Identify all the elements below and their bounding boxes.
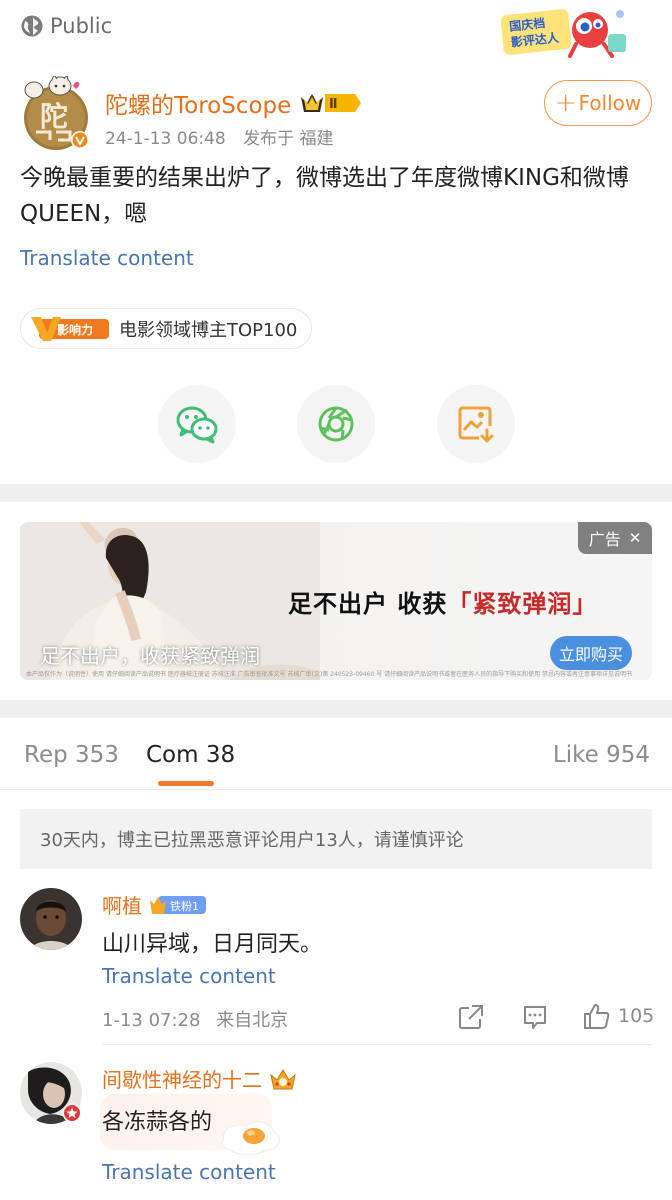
comment-date: 1-13 07:28 [102,1010,201,1031]
visibility-indicator: Public [20,14,112,38]
section-divider [0,484,672,502]
interaction-tabs: Rep 353 Com 38 Like 954 [0,718,672,790]
follow-label: Follow [578,91,642,115]
ad-tag-label: 广告 [588,530,621,549]
share-moments-button[interactable] [297,385,375,463]
comment-translate-link[interactable]: Translate content [102,964,276,988]
post-meta: 24-1-13 06:48 发布于 福建 [105,124,334,149]
share-icon[interactable] [458,1004,484,1030]
close-icon: ✕ [628,529,642,547]
ad-tag[interactable]: 广告 ✕ [578,522,652,554]
plus-icon: + [554,88,577,118]
translate-link[interactable]: Translate content [20,246,194,270]
comment-notice: 30天内，博主已拉黑恶意评论用户13人，请谨慎评论 [20,809,652,869]
influence-badge: 影响力 [31,316,109,341]
verified-star-icon [62,1103,82,1123]
follow-button[interactable]: + Follow [544,80,652,126]
visibility-label: Public [50,14,113,38]
commenter-name-row: 啊植 铁粉1 [102,890,206,919]
save-image-icon [458,406,494,443]
tab-likes[interactable]: Like 954 [553,742,650,768]
fan-badge-label: 铁粉1 [170,900,199,913]
tab-reposts[interactable]: Rep 353 [24,742,119,768]
reply-icon[interactable] [522,1004,548,1030]
save-image-button[interactable] [437,385,515,463]
ad-caption: 足不出户，收获紧致弹润 [40,644,260,668]
like-icon[interactable] [582,1002,610,1030]
ad-headline-highlight: 「紧致弹润」 [447,590,598,618]
event-badge[interactable]: 国庆档 影评达人 [500,4,630,60]
comment-text: 各冻蒜各的 [102,1110,213,1135]
svg-text:陀: 陀 [40,100,68,133]
comment-like-count: 105 [618,1005,655,1027]
ad-fine-print: 本产品仅作为（说明性）使用 请仔细阅读产品说明书 医疗器械注册证 苏械注准 广告… [26,671,633,678]
ad-buy-button[interactable]: 立即购买 [550,636,632,670]
ad-headline-text: 足不出户 收获 [288,590,448,618]
section-divider [0,700,672,718]
comment-separator [102,1044,652,1045]
commenter-name-row: 间歇性神经的十二 [102,1064,298,1093]
ad-headline: 足不出户 收获「紧致弹润」 [288,584,597,619]
author-name[interactable]: 陀螺的ToroScope [105,86,291,120]
globe-icon [21,15,43,37]
fried-egg-icon [221,1121,281,1155]
influence-tag-label: 电影领域博主TOP100 [119,319,298,341]
active-tab-indicator [158,781,214,786]
moments-icon [318,406,354,442]
influence-badge-text: 影响力 [57,322,93,337]
commenter-avatar[interactable] [20,888,82,950]
comment-location: 来自北京 [216,1010,289,1031]
author-name-row: 陀螺的ToroScope Ⅱ [105,86,362,120]
comment-meta: 1-13 07:28 来自北京 [102,1006,288,1032]
commenter-name[interactable]: 啊植 [102,890,142,919]
comment-text: 山川异域，日月同天。 [102,932,323,957]
post-author: 陀 陀螺的ToroScope Ⅱ 24-1-13 06:48 发布于 福建 + … [0,72,672,152]
vip-level: Ⅱ [329,97,338,112]
post-text: 今晚最重要的结果出炉了，微博选出了年度微博KING和微博QUEEN，嗯 [20,165,629,227]
vip-badge[interactable]: Ⅱ [299,90,362,116]
comment-translate-link[interactable]: Translate content [102,1160,276,1184]
ad-banner[interactable]: 足不出户 收获「紧致弹润」 广告 ✕ 足不出户，收获紧致弹润 立即购买 本产品仅… [20,522,652,680]
commenter-name[interactable]: 间歇性神经的十二 [102,1064,262,1093]
post-location: 发布于 福建 [243,129,334,149]
crown-badge-icon[interactable] [268,1067,298,1091]
wechat-icon [176,406,218,444]
post-date: 24-1-13 06:48 [105,129,226,149]
fan-badge[interactable]: 铁粉1 [148,894,206,916]
tab-comments[interactable]: Com 38 [146,742,235,768]
influence-tag[interactable]: 影响力 电影领域博主TOP100 [20,308,313,349]
top-bar: Public 国庆档 影评达人 [0,0,672,60]
share-wechat-button[interactable] [158,385,236,463]
author-avatar[interactable]: 陀 [20,76,92,152]
